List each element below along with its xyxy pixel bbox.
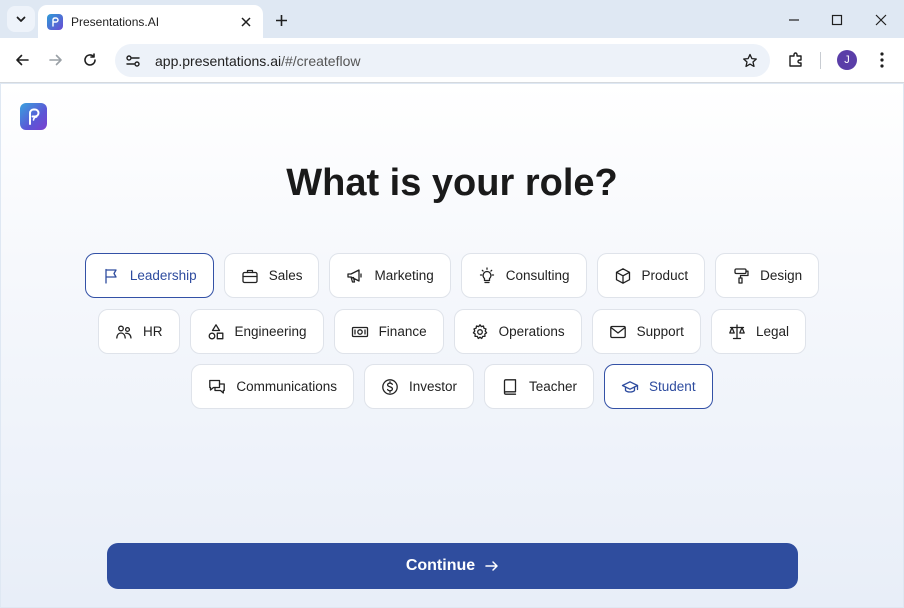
extensions-button[interactable] bbox=[784, 48, 808, 72]
tab-search-button[interactable] bbox=[7, 6, 35, 32]
role-option-label: Product bbox=[641, 268, 689, 283]
role-option-label: Design bbox=[760, 268, 803, 283]
role-row: HR Engineering Finance Operations Support Leg… bbox=[1, 309, 903, 354]
close-icon bbox=[875, 14, 887, 26]
envelope-icon bbox=[609, 325, 626, 338]
site-settings-icon[interactable] bbox=[125, 53, 141, 69]
browser-menu-button[interactable] bbox=[870, 48, 894, 72]
reload-icon bbox=[84, 53, 96, 66]
role-option-label: Consulting bbox=[505, 268, 570, 283]
browser-toolbar: app.presentations.ai/#/createflow J bbox=[0, 38, 904, 83]
close-window-button[interactable] bbox=[870, 9, 892, 31]
tab-title: Presentations.AI bbox=[71, 14, 160, 29]
shapes-icon bbox=[208, 323, 223, 339]
role-option-label: Marketing bbox=[374, 268, 434, 283]
role-option-sales[interactable]: Sales bbox=[223, 253, 320, 298]
dollar-coin-icon bbox=[382, 378, 398, 395]
flag-icon bbox=[105, 268, 117, 284]
role-option-finance[interactable]: Finance bbox=[333, 309, 444, 354]
role-option-operations[interactable]: Operations bbox=[453, 309, 582, 354]
address-bar[interactable]: app.presentations.ai/#/createflow bbox=[115, 44, 770, 77]
megaphone-icon bbox=[347, 268, 363, 283]
role-row: Communications Investor Teacher Student bbox=[1, 364, 903, 409]
url-text[interactable]: app.presentations.ai/#/createflow bbox=[155, 53, 740, 69]
profile-avatar[interactable]: J bbox=[837, 50, 857, 70]
role-option-design[interactable]: Design bbox=[715, 253, 820, 298]
close-icon bbox=[241, 16, 251, 27]
role-option-marketing[interactable]: Marketing bbox=[329, 253, 451, 298]
gear-icon bbox=[472, 323, 487, 339]
site-favicon-icon bbox=[47, 13, 63, 30]
arrow-right-icon bbox=[49, 54, 62, 66]
people-icon bbox=[116, 325, 132, 339]
graduation-cap-icon bbox=[621, 380, 639, 393]
browser-tab[interactable]: Presentations.AI bbox=[38, 5, 263, 38]
briefcase-icon bbox=[242, 269, 258, 283]
role-option-label: Engineering bbox=[234, 324, 307, 339]
plus-icon bbox=[275, 14, 287, 26]
maximize-icon bbox=[831, 14, 843, 26]
role-option-label: Student bbox=[649, 379, 696, 394]
role-option-label: Leadership bbox=[129, 268, 197, 283]
minimize-icon bbox=[789, 19, 799, 21]
page-title: What is your role? bbox=[286, 162, 618, 204]
maximize-button[interactable] bbox=[826, 9, 848, 31]
reload-button[interactable] bbox=[78, 48, 102, 72]
role-option-label: Communications bbox=[236, 379, 337, 394]
box-icon bbox=[615, 267, 630, 284]
arrow-left-icon bbox=[16, 54, 29, 66]
role-option-label: Support bbox=[636, 324, 684, 339]
role-option-investor[interactable]: Investor bbox=[363, 364, 474, 409]
role-option-student[interactable]: Student bbox=[604, 364, 713, 409]
book-icon bbox=[503, 378, 517, 395]
role-option-consulting[interactable]: Consulting bbox=[460, 253, 587, 298]
page-content: What is your role? Leadership Sales Market… bbox=[1, 84, 903, 607]
chevron-down-icon bbox=[16, 16, 26, 22]
tab-strip: Presentations.AI bbox=[0, 0, 904, 38]
logo-icon bbox=[28, 108, 39, 125]
continue-label: Continue bbox=[405, 557, 476, 574]
tab-close-button[interactable] bbox=[238, 14, 254, 30]
forward-button[interactable] bbox=[44, 48, 68, 72]
app-logo[interactable] bbox=[20, 103, 47, 130]
bookmark-star-button[interactable] bbox=[740, 51, 760, 71]
arrow-right-icon bbox=[485, 561, 498, 571]
toolbar-divider bbox=[820, 52, 821, 69]
star-icon bbox=[743, 53, 757, 67]
lightbulb-icon bbox=[479, 266, 494, 283]
role-option-teacher[interactable]: Teacher bbox=[484, 364, 595, 409]
role-row: Leadership Sales Marketing Consulting Produc… bbox=[1, 253, 903, 298]
new-tab-button[interactable] bbox=[270, 9, 292, 31]
role-option-label: Investor bbox=[408, 379, 457, 394]
continue-button[interactable]: Continue bbox=[107, 543, 798, 589]
role-option-label: Teacher bbox=[529, 379, 578, 394]
role-option-legal[interactable]: Legal bbox=[710, 309, 806, 354]
role-option-engineering[interactable]: Engineering bbox=[189, 309, 324, 354]
role-option-label: Sales bbox=[268, 268, 303, 283]
role-option-support[interactable]: Support bbox=[591, 309, 701, 354]
paint-roller-icon bbox=[734, 267, 749, 284]
banknote-icon bbox=[351, 326, 368, 337]
role-option-label: HR bbox=[143, 324, 163, 339]
back-button[interactable] bbox=[10, 48, 34, 72]
role-option-leadership[interactable]: Leadership bbox=[84, 253, 214, 298]
role-option-label: Finance bbox=[378, 324, 427, 339]
chat-bubbles-icon bbox=[209, 379, 226, 394]
role-option-label: Legal bbox=[755, 324, 789, 339]
role-option-label: Operations bbox=[498, 324, 565, 339]
more-vertical-icon bbox=[880, 52, 884, 68]
role-option-hr[interactable]: HR bbox=[98, 309, 180, 354]
scales-icon bbox=[729, 323, 745, 339]
role-option-communications[interactable]: Communications bbox=[191, 364, 354, 409]
puzzle-piece-icon bbox=[789, 52, 802, 67]
minimize-button[interactable] bbox=[783, 9, 805, 31]
role-option-product[interactable]: Product bbox=[596, 253, 706, 298]
